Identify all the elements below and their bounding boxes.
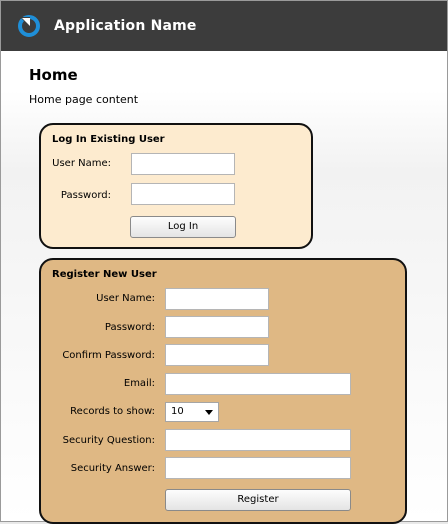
records-to-show-select[interactable]: 10 — [165, 402, 219, 422]
page-content-text: Home page content — [29, 93, 139, 106]
register-email-input[interactable] — [165, 373, 351, 395]
register-confirm-password-input[interactable] — [165, 344, 269, 366]
login-password-input[interactable] — [131, 183, 235, 205]
register-password-input[interactable] — [165, 316, 269, 338]
register-confirm-password-label: Confirm Password: — [62, 350, 155, 361]
app-title: Application Name — [54, 18, 197, 34]
login-password-label: Password: — [60, 190, 111, 201]
register-password-label: Password: — [104, 322, 155, 333]
records-to-show-label: Records to show: — [70, 406, 155, 417]
app-header: Application Name — [1, 1, 447, 51]
records-to-show-value: 10 — [171, 406, 184, 417]
security-answer-input[interactable] — [165, 457, 351, 479]
register-button[interactable]: Register — [165, 489, 351, 511]
security-answer-label: Security Answer: — [70, 463, 155, 474]
register-username-label: User Name: — [96, 293, 155, 304]
login-button[interactable]: Log In — [130, 216, 236, 238]
app-window: Application Name Home Home page content … — [0, 0, 448, 524]
chevron-down-icon — [205, 410, 213, 415]
app-logo-icon — [18, 15, 40, 37]
security-question-label: Security Question: — [62, 435, 155, 446]
login-panel-title: Log In Existing User — [52, 134, 165, 145]
register-username-input[interactable] — [165, 288, 269, 310]
register-email-label: Email: — [123, 378, 155, 389]
register-panel-title: Register New User — [52, 269, 157, 280]
page-title: Home — [29, 66, 78, 84]
login-username-label: User Name: — [52, 158, 111, 169]
login-username-input[interactable] — [131, 153, 235, 175]
security-question-input[interactable] — [165, 429, 351, 451]
